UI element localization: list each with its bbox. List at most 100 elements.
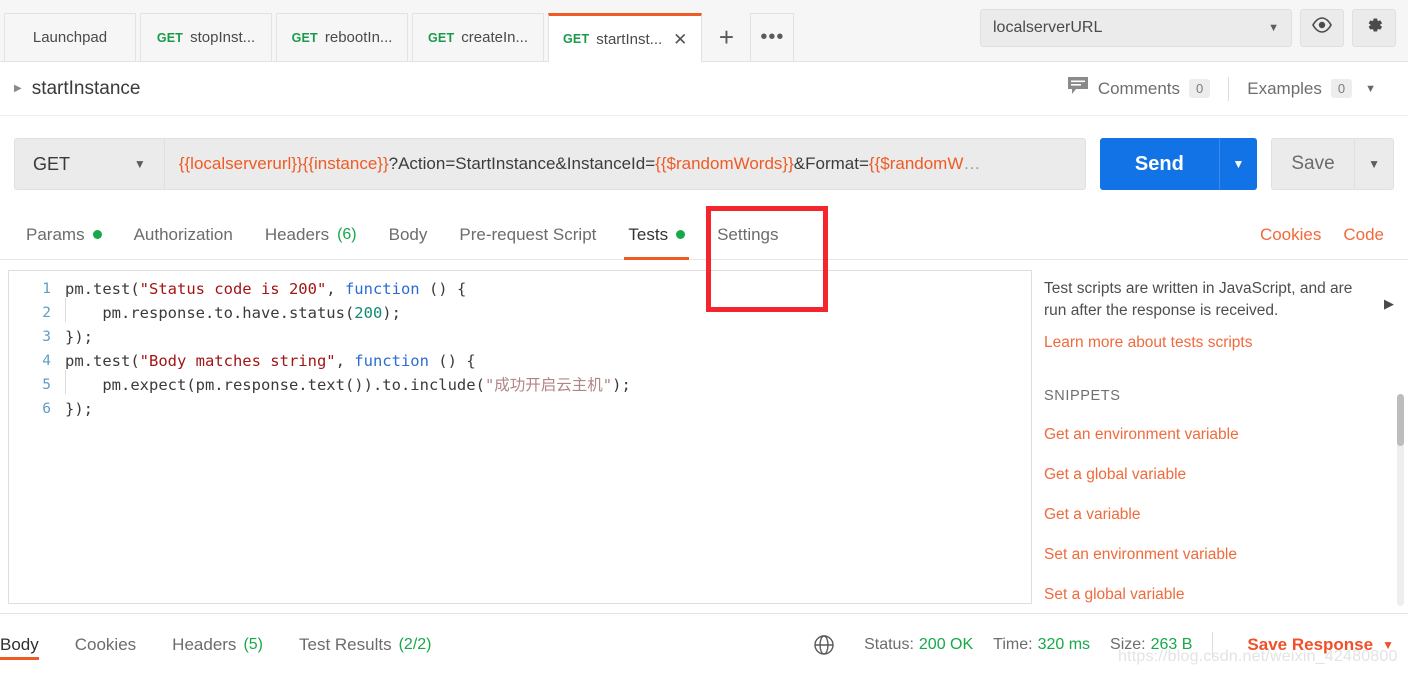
tab-method-label: GET — [428, 30, 455, 45]
request-tab-stopinst[interactable]: GET stopInst... — [140, 13, 272, 61]
code-line: 4 pm.test("Body matches string", function… — [9, 349, 1031, 373]
url-text-1: ?Action=StartInstance&InstanceId= — [388, 154, 656, 173]
snippet-link[interactable]: Set a global variable — [1044, 586, 1394, 604]
code-token: pm.test( — [65, 280, 140, 298]
send-button[interactable]: Send — [1099, 138, 1219, 190]
code-token: ); — [382, 304, 401, 322]
http-method-selector[interactable]: GET ▼ — [14, 138, 164, 190]
code-text: }); — [65, 397, 93, 421]
active-indicator-dot — [92, 230, 102, 239]
line-number: 3 — [42, 329, 51, 345]
tab-headers[interactable]: Headers (6) — [249, 210, 373, 260]
code-token: function — [354, 352, 429, 370]
snippet-link[interactable]: Set an environment variable — [1044, 546, 1394, 564]
tab-params[interactable]: Params — [10, 210, 118, 260]
examples-count: 0 — [1330, 78, 1353, 99]
code-line: 1 pm.test("Status code is 200", function … — [9, 277, 1031, 301]
code-token: pm.response.to.have.status( — [65, 304, 355, 322]
code-text: pm.test("Status code is 200", function (… — [65, 277, 466, 301]
code-text: pm.expect(pm.response.text()).to.include… — [65, 370, 631, 397]
url-variable-2: {{$randomWords}} — [655, 154, 794, 173]
http-method-value: GET — [33, 153, 71, 174]
tab-label: Test Results — [299, 634, 392, 654]
close-icon[interactable]: ✕ — [673, 31, 687, 48]
tab-label: Settings — [717, 224, 779, 244]
tests-description: Test scripts are written in JavaScript, … — [1044, 280, 1353, 319]
tab-authorization[interactable]: Authorization — [118, 210, 249, 260]
new-tab-button[interactable]: + — [706, 13, 746, 61]
response-tab-cookies[interactable]: Cookies — [57, 614, 154, 676]
globe-icon — [812, 633, 836, 657]
request-tab-launchpad[interactable]: Launchpad — [4, 13, 136, 61]
tab-overflow-menu-button[interactable]: ••• — [750, 13, 795, 61]
sidebar-scrollbar[interactable] — [1397, 394, 1404, 606]
send-options-button[interactable]: ▼ — [1218, 138, 1257, 190]
page-title: startInstance — [31, 77, 141, 99]
snippet-link[interactable]: Get a variable — [1044, 506, 1394, 524]
environment-selector[interactable]: localserverURL ▼ — [980, 8, 1292, 47]
save-options-button[interactable]: ▼ — [1354, 138, 1394, 190]
tab-body[interactable]: Body — [373, 210, 444, 260]
tab-method-label: GET — [563, 32, 590, 46]
gear-icon — [1364, 15, 1384, 40]
scrollbar-thumb[interactable] — [1397, 394, 1404, 446]
snippet-link[interactable]: Get an environment variable — [1044, 426, 1394, 444]
save-button[interactable]: Save — [1270, 138, 1355, 190]
tab-settings[interactable]: Settings — [701, 210, 794, 260]
settings-button[interactable] — [1352, 8, 1396, 47]
chevron-down-icon[interactable]: ▼ — [1365, 83, 1376, 95]
code-token: , — [335, 352, 355, 370]
watermark: https://blog.csdn.net/weixin_42480800 — [1118, 648, 1398, 665]
tab-method-label: GET — [291, 30, 318, 45]
examples-label: Examples — [1247, 78, 1322, 98]
tab-title: createIn... — [461, 29, 528, 46]
indent-guide — [65, 298, 66, 322]
tab-pre-request-script[interactable]: Pre-request Script — [443, 210, 612, 260]
status-stat: Status: 200 OK — [864, 636, 973, 654]
code-token: function — [344, 280, 420, 298]
learn-more-link[interactable]: Learn more about tests scripts — [1044, 334, 1394, 352]
collapse-sidebar-icon[interactable]: ▶ — [1384, 296, 1394, 312]
tab-label: Headers — [172, 634, 237, 654]
code-token: }); — [65, 328, 93, 346]
comments-button[interactable]: Comments 0 — [1049, 76, 1228, 101]
cookies-link[interactable]: Cookies — [1260, 225, 1321, 245]
tab-label: Body — [388, 224, 428, 244]
tab-tests[interactable]: Tests — [612, 210, 701, 260]
response-tab-test-results[interactable]: Test Results (2/2) — [281, 614, 450, 676]
status-value: 200 OK — [918, 635, 974, 653]
tab-bar: Launchpad GET stopInst... GET rebootIn... GET… — [0, 0, 1408, 62]
request-tab-rebootin[interactable]: GET rebootIn... — [276, 13, 408, 61]
url-truncation-ellipsis: … — [963, 154, 981, 173]
code-line: 5 pm.expect(pm.response.text()).to.inclu… — [9, 370, 1031, 397]
tab-count: (6) — [337, 225, 357, 243]
tests-script-editor[interactable]: 1 pm.test("Status code is 200", function … — [8, 270, 1032, 604]
request-header-row: ▶ startInstance Comments 0 Examples 0 ▼ — [0, 62, 1408, 116]
comment-bubble-icon — [1067, 76, 1089, 101]
request-tab-createin[interactable]: GET createIn... — [412, 13, 544, 61]
code-link[interactable]: Code — [1343, 225, 1384, 245]
response-tab-headers[interactable]: Headers (5) — [154, 614, 281, 676]
examples-button[interactable]: Examples 0 ▼ — [1229, 79, 1394, 99]
environment-quick-look-button[interactable] — [1300, 8, 1344, 47]
code-token: , — [326, 280, 345, 298]
chevron-down-icon: ▼ — [133, 157, 146, 171]
response-tab-body[interactable]: Body — [0, 614, 57, 676]
code-token: () { — [428, 352, 476, 370]
line-number: 4 — [42, 353, 51, 369]
code-line: 6}); — [9, 397, 1031, 421]
code-token: "Body matches string" — [139, 352, 336, 370]
request-header-actions: Comments 0 Examples 0 ▼ — [1049, 76, 1394, 101]
line-number: 5 — [42, 377, 51, 393]
tab-label: Body — [0, 634, 39, 654]
request-tab-startinst[interactable]: GET startInst... ✕ — [548, 13, 703, 62]
time-label: Time: — [993, 635, 1033, 653]
snippet-link[interactable]: Get a global variable — [1044, 466, 1394, 484]
status-label: Status: — [864, 635, 914, 653]
code-text: pm.test("Body matches string", function … — [65, 349, 476, 373]
url-input[interactable]: {{localserverurl}}{{instance}} ?Action=St… — [163, 138, 1086, 190]
code-token: pm.test( — [65, 352, 140, 370]
active-indicator-dot — [676, 230, 686, 239]
expand-request-icon[interactable]: ▶ — [14, 83, 22, 94]
tests-help-sidebar: ▶ Test scripts are written in JavaScript… — [1044, 278, 1394, 604]
